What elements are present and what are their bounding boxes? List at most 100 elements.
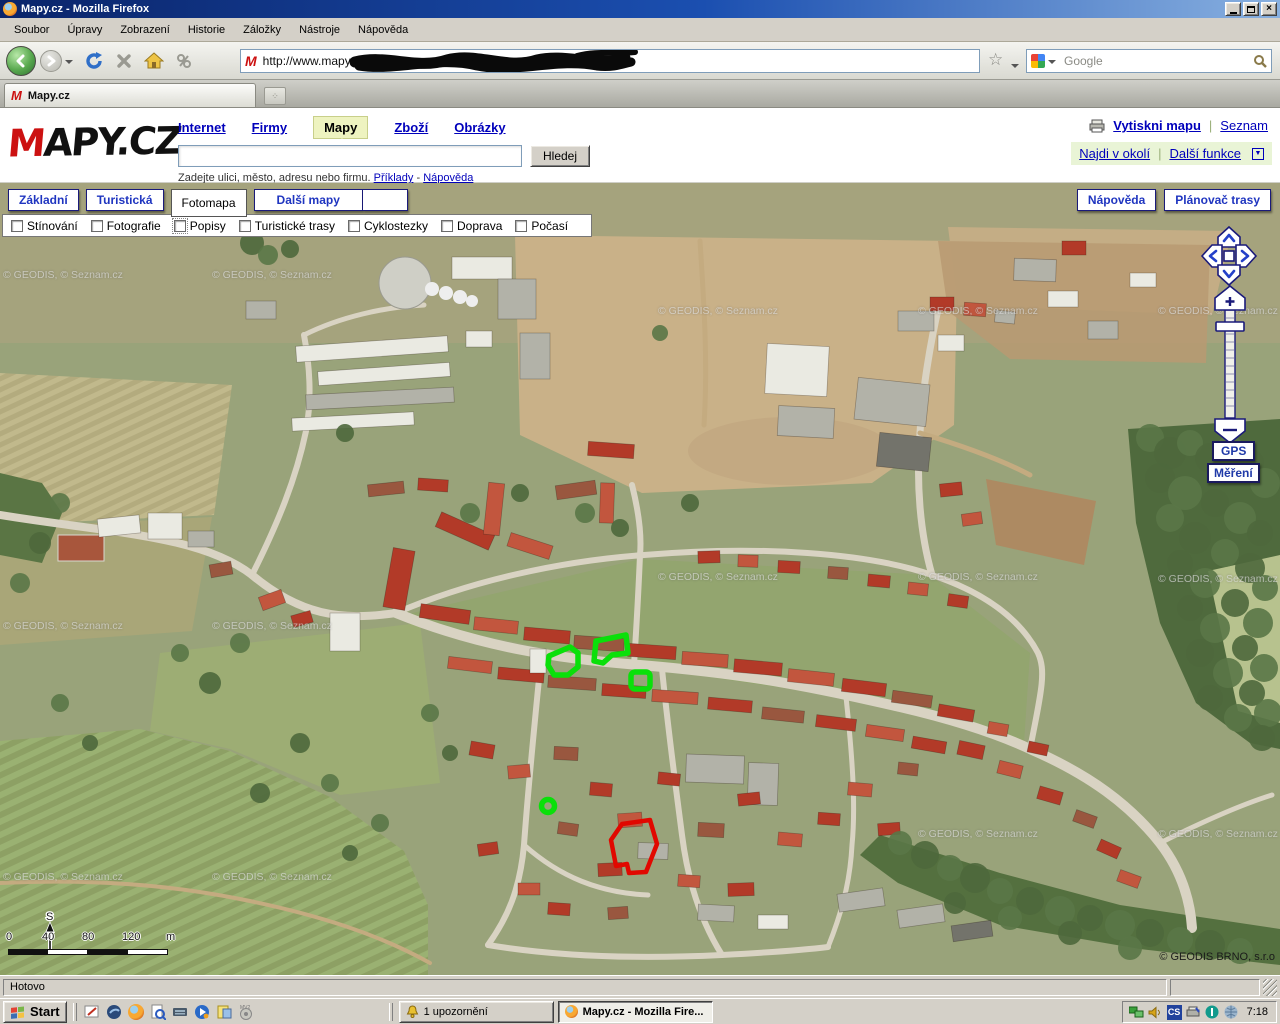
printer-icon — [1089, 119, 1105, 133]
google-search-input[interactable] — [1064, 54, 1253, 68]
nav-firmy[interactable]: Firmy — [252, 120, 287, 135]
keyboard-layout-badge[interactable]: CS — [1167, 1005, 1182, 1020]
history-dropdown-caret[interactable] — [65, 60, 73, 68]
network-status-icon[interactable] — [1129, 1005, 1144, 1020]
pan-control[interactable] — [1200, 225, 1258, 287]
search-engine-caret[interactable] — [1048, 60, 1056, 68]
mv2-icon[interactable]: MV2 — [237, 1003, 255, 1021]
printer-status-icon[interactable] — [1186, 1005, 1201, 1020]
home-button[interactable] — [143, 50, 165, 72]
search-tool-icon[interactable] — [149, 1003, 167, 1021]
status-text: Hotovo — [3, 979, 1167, 996]
checkbox[interactable] — [91, 220, 103, 232]
gps-button[interactable]: GPS — [1212, 441, 1255, 461]
checkbox[interactable] — [441, 220, 453, 232]
tab-overflow-button[interactable]: ⁘ — [264, 87, 286, 105]
minimize-button[interactable] — [1225, 2, 1241, 16]
close-button[interactable]: × — [1261, 2, 1277, 16]
map-viewport[interactable]: © GEODIS, © Seznam.cz © GEODIS, © Seznam… — [0, 183, 1280, 975]
thunderbird-icon[interactable] — [105, 1003, 123, 1021]
layer-stinovani[interactable]: Stínování — [11, 219, 78, 233]
menu-zalozky[interactable]: Záložky — [235, 21, 289, 39]
checkbox[interactable] — [174, 220, 186, 232]
sessions-button[interactable] — [173, 50, 195, 72]
bookmark-star-icon[interactable]: ☆ — [988, 50, 1003, 70]
search-submit-button[interactable]: Hledej — [530, 145, 590, 167]
map-search-input[interactable] — [178, 145, 522, 167]
back-button[interactable] — [6, 46, 36, 76]
maptab-zakladni[interactable]: Základní — [8, 189, 79, 211]
window-title: Mapy.cz - Mozilla Firefox — [21, 3, 1223, 15]
menu-nastroje[interactable]: Nástroje — [291, 21, 348, 39]
nav-mapy-active[interactable]: Mapy — [313, 116, 368, 139]
windows-logo-icon — [10, 1005, 26, 1019]
measure-button[interactable]: Měření — [1207, 463, 1260, 483]
task-button-firefox[interactable]: Mapy.cz - Mozilla Fire... — [558, 1001, 713, 1023]
mapy-cz-logo[interactable]: MAPY.CZ — [6, 119, 182, 166]
nav-zbozi[interactable]: Zboží — [394, 120, 428, 135]
more-functions-link[interactable]: Další funkce — [1169, 146, 1241, 161]
start-button[interactable]: Start — [3, 1001, 67, 1023]
menu-napoveda[interactable]: Nápověda — [350, 21, 416, 39]
map-help-button[interactable]: Nápověda — [1077, 189, 1156, 211]
route-planner-button[interactable]: Plánovač trasy — [1164, 189, 1271, 211]
forward-button[interactable] — [40, 50, 62, 72]
layer-turisticke-trasy[interactable]: Turistické trasy — [239, 219, 335, 233]
url-bar[interactable]: M http://www.mapy — [240, 49, 980, 73]
menu-upravy[interactable]: Úpravy — [59, 21, 110, 39]
desktop-icon[interactable] — [83, 1003, 101, 1021]
menu-zobrazeni[interactable]: Zobrazení — [112, 21, 178, 39]
maptab-dalsi-mapy[interactable]: Další mapy — [254, 189, 363, 211]
layer-cyklostezky[interactable]: Cyklostezky — [348, 219, 428, 233]
layer-strip: Stínování Fotografie Popisy Turistické t… — [2, 214, 592, 237]
more-functions-dropdown-icon[interactable]: ▼ — [1252, 148, 1264, 160]
checkbox[interactable] — [11, 220, 23, 232]
nav-internet[interactable]: Internet — [178, 120, 226, 135]
tray-clock[interactable]: 7:18 — [1247, 1006, 1268, 1018]
system-tray: CS 7:18 — [1122, 1001, 1277, 1023]
maptab-fotomapa[interactable]: Fotomapa — [171, 189, 247, 217]
notes-icon[interactable] — [215, 1003, 233, 1021]
firefox-icon[interactable] — [127, 1003, 145, 1021]
svg-text:S: S — [46, 911, 53, 923]
google-search-box[interactable] — [1026, 49, 1272, 73]
site-header: MAPY.CZ Internet Firmy Mapy Zboží Obrázk… — [0, 108, 1280, 183]
layer-doprava[interactable]: Doprava — [441, 219, 502, 233]
forward-arrow-icon — [45, 55, 57, 67]
resize-grip[interactable] — [1263, 979, 1277, 996]
volume-icon[interactable] — [1148, 1005, 1163, 1020]
checkbox[interactable] — [348, 220, 360, 232]
checkbox[interactable] — [239, 220, 251, 232]
layer-pocasi[interactable]: Počasí — [515, 219, 568, 233]
map-search-form: Hledej — [178, 145, 590, 167]
magnifier-icon[interactable] — [1253, 54, 1267, 68]
media-player-icon[interactable] — [193, 1003, 211, 1021]
dalsi-mapy-dropdown-button[interactable] — [363, 189, 408, 211]
tab-label: Mapy.cz — [28, 90, 70, 102]
find-nearby-link[interactable]: Najdi v okolí — [1079, 146, 1150, 161]
task-button-notification[interactable]: 1 upozornění — [399, 1001, 554, 1023]
stop-button[interactable] — [113, 50, 135, 72]
nav-obrazky[interactable]: Obrázky — [454, 120, 505, 135]
toolbar-grip[interactable] — [389, 1003, 393, 1021]
print-map-link[interactable]: Vytiskni mapu — [1113, 118, 1201, 133]
menu-historie[interactable]: Historie — [180, 21, 233, 39]
checkbox[interactable] — [515, 220, 527, 232]
maptab-turisticka[interactable]: Turistická — [86, 189, 164, 211]
layer-fotografie[interactable]: Fotografie — [91, 219, 161, 233]
tab-mapy-cz[interactable]: M Mapy.cz — [4, 83, 256, 107]
zoom-control[interactable] — [1211, 285, 1249, 445]
restore-button[interactable] — [1243, 2, 1259, 16]
keyboard-icon[interactable] — [171, 1003, 189, 1021]
pan-center — [1224, 251, 1234, 261]
window-titlebar[interactable]: Mapy.cz - Mozilla Firefox × — [0, 0, 1280, 18]
layer-popisy[interactable]: Popisy — [174, 219, 226, 233]
menu-soubor[interactable]: Soubor — [6, 21, 57, 39]
globe-status-icon[interactable] — [1224, 1005, 1239, 1020]
reload-button[interactable] — [83, 50, 105, 72]
seznam-link[interactable]: Seznam — [1220, 118, 1268, 133]
app-status-icon[interactable] — [1205, 1005, 1220, 1020]
toolbar-grip[interactable] — [73, 1003, 77, 1021]
bookmark-dropdown-caret[interactable] — [1011, 64, 1019, 72]
back-arrow-icon — [14, 54, 28, 68]
